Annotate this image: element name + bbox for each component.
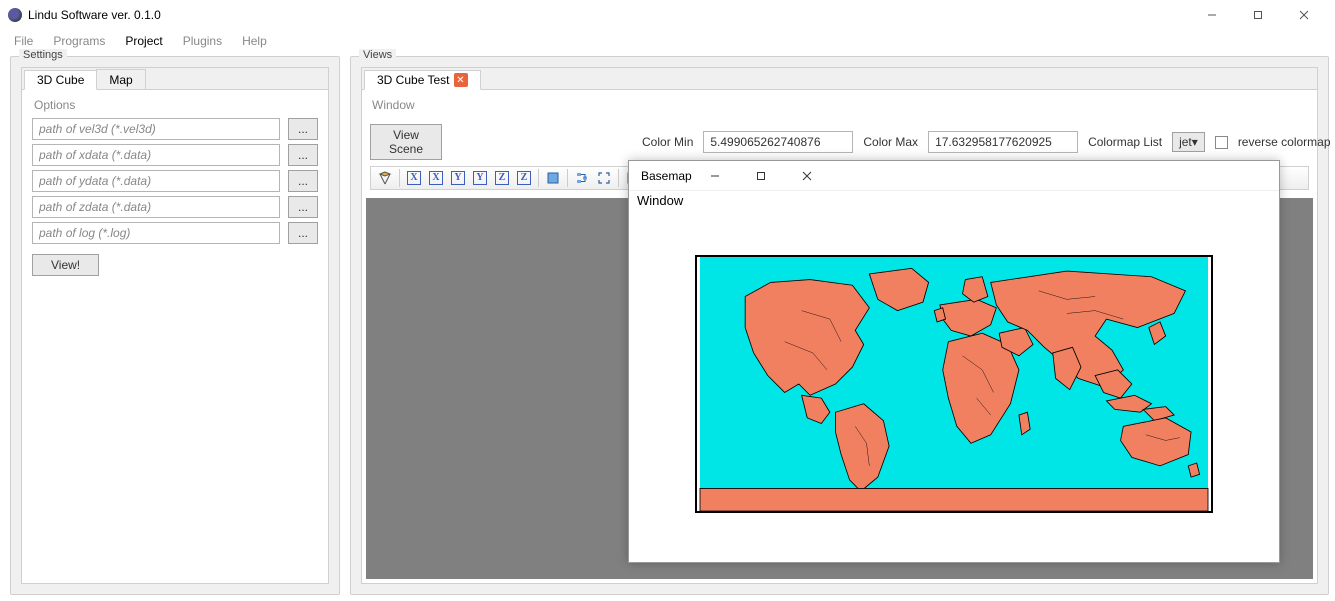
settings-tabbar: 3D Cube Map [22, 68, 328, 90]
basemap-title: Basemap [641, 169, 692, 183]
vel3d-browse-button[interactable]: ... [288, 118, 318, 140]
basemap-menu-window[interactable]: Window [629, 191, 1279, 215]
plus-y-view-icon[interactable]: Y [448, 168, 468, 188]
log-browse-button[interactable]: ... [288, 222, 318, 244]
fullscreen-icon[interactable] [594, 168, 614, 188]
settings-title: Settings [19, 49, 67, 61]
basemap-maximize-button[interactable] [738, 161, 784, 191]
menu-plugins[interactable]: Plugins [173, 32, 232, 50]
minus-z-view-icon[interactable]: Z [514, 168, 534, 188]
chevron-down-icon: ▾ [1192, 135, 1198, 149]
minus-x-view-icon[interactable]: X [426, 168, 446, 188]
menu-help[interactable]: Help [232, 32, 277, 50]
zdata-browse-button[interactable]: ... [288, 196, 318, 218]
minimize-button[interactable] [1189, 0, 1235, 30]
basemap-window: Basemap Window [628, 160, 1280, 563]
color-min-label: Color Min [642, 135, 693, 149]
menu-programs[interactable]: Programs [43, 32, 115, 50]
menu-project[interactable]: Project [115, 32, 172, 50]
basemap-minimize-button[interactable] [692, 161, 738, 191]
view-scene-button[interactable]: View Scene [370, 124, 442, 160]
vel3d-path-input[interactable] [32, 118, 280, 140]
menu-bar: File Programs Project Plugins Help [0, 30, 1335, 52]
color-min-input[interactable] [703, 131, 853, 153]
title-bar: Lindu Software ver. 0.1.0 [0, 0, 1335, 30]
ydata-browse-button[interactable]: ... [288, 170, 318, 192]
xdata-path-input[interactable] [32, 144, 280, 166]
xdata-browse-button[interactable]: ... [288, 144, 318, 166]
parallel-projection-icon[interactable] [543, 168, 563, 188]
log-path-input[interactable] [32, 222, 280, 244]
isometric-view-icon[interactable] [375, 168, 395, 188]
color-max-input[interactable] [928, 131, 1078, 153]
menu-file[interactable]: File [4, 32, 43, 50]
close-button[interactable] [1281, 0, 1327, 30]
settings-panel: Settings 3D Cube Map Options ... ... ...… [10, 56, 340, 595]
views-tabbar: 3D Cube Test ✕ [362, 68, 1317, 90]
window-label: Window [370, 96, 1309, 118]
tab-3d-cube-test-label: 3D Cube Test [377, 73, 450, 87]
ydata-path-input[interactable] [32, 170, 280, 192]
views-title: Views [359, 49, 396, 61]
plus-x-view-icon[interactable]: X [404, 168, 424, 188]
tab-map[interactable]: Map [96, 69, 145, 89]
view-button[interactable]: View! [32, 254, 99, 276]
plus-z-view-icon[interactable]: Z [492, 168, 512, 188]
colormap-label: Colormap List [1088, 135, 1162, 149]
tab-close-icon[interactable]: ✕ [454, 73, 468, 87]
basemap-close-button[interactable] [784, 161, 830, 191]
show-pipeline-icon[interactable] [572, 168, 592, 188]
maximize-button[interactable] [1235, 0, 1281, 30]
app-title: Lindu Software ver. 0.1.0 [28, 8, 161, 22]
tab-map-label: Map [109, 73, 132, 87]
app-icon [8, 8, 22, 22]
tab-3d-cube-label: 3D Cube [37, 73, 84, 87]
tab-3d-cube-test[interactable]: 3D Cube Test ✕ [364, 70, 481, 90]
zdata-path-input[interactable] [32, 196, 280, 218]
reverse-colormap-checkbox[interactable] [1215, 136, 1228, 149]
options-label: Options [32, 96, 318, 118]
color-max-label: Color Max [863, 135, 918, 149]
tab-3d-cube[interactable]: 3D Cube [24, 70, 97, 90]
world-basemap[interactable] [695, 255, 1213, 513]
reverse-colormap-label: reverse colormap [1238, 135, 1331, 149]
colormap-select[interactable]: jet ▾ [1172, 132, 1205, 152]
colormap-value: jet [1179, 135, 1192, 149]
minus-y-view-icon[interactable]: Y [470, 168, 490, 188]
basemap-title-bar[interactable]: Basemap [629, 161, 1279, 191]
